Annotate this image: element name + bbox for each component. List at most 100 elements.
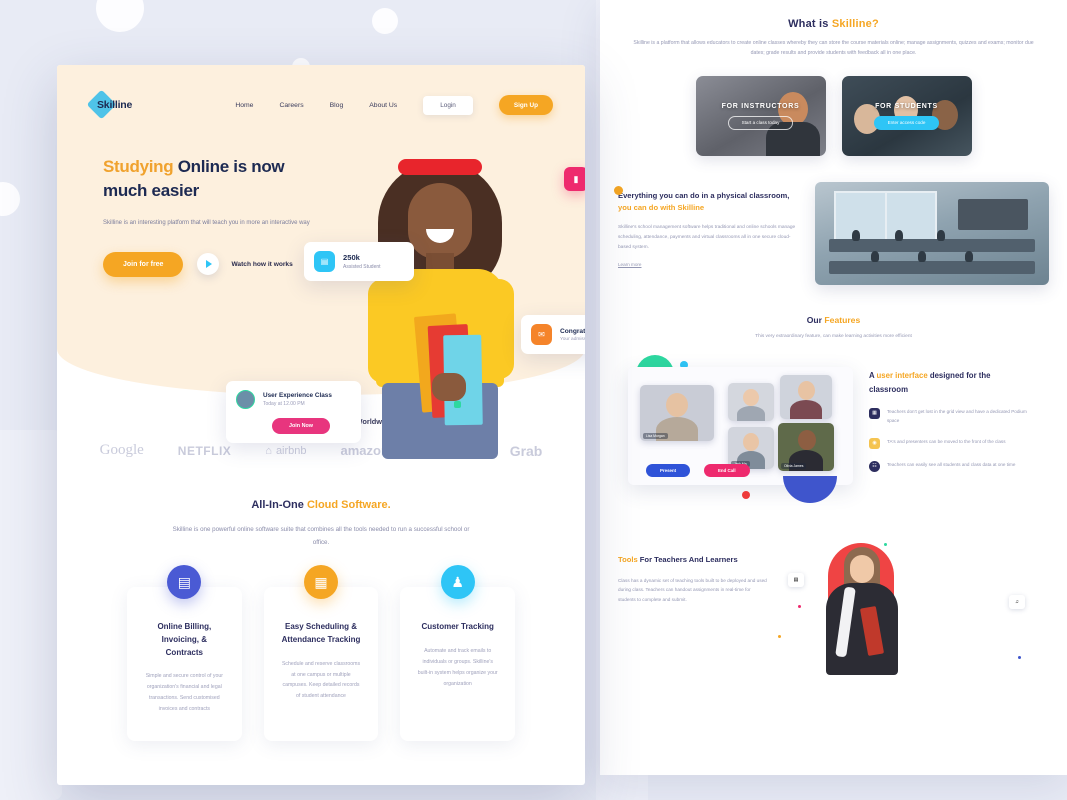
decor-dot-orange xyxy=(778,635,781,639)
audience-button-instructors[interactable]: Start a class today xyxy=(727,115,794,130)
mail-icon: ✉ xyxy=(531,324,552,345)
participant-body-2 xyxy=(737,406,765,422)
present-button[interactable]: Present xyxy=(646,464,691,478)
video-tile-5[interactable]: Olivia James xyxy=(778,423,834,472)
video-grid-card: Lisa Morgan Jack Ma xyxy=(614,353,859,504)
presenter-icon: ◉ xyxy=(869,437,880,449)
decor-red-dot xyxy=(742,491,750,500)
ui-bullet-text-1: Teachers don't get lost in the grid view… xyxy=(887,408,1027,423)
student-hand xyxy=(432,373,466,401)
classroom-photo xyxy=(815,182,1049,286)
video-tile-3[interactable] xyxy=(780,375,832,420)
what-is-paragraph: Skilline is a platform that allows educa… xyxy=(633,40,1034,57)
what-is-heading-dark: What is xyxy=(788,18,832,30)
student-face xyxy=(408,183,472,259)
feature-card-tracking[interactable]: ♟ Customer Tracking Automate and track e… xyxy=(400,565,516,742)
nav-link-blog[interactable]: Blog xyxy=(330,102,344,109)
ui-bullet-text-3: Teachers can easily see all students and… xyxy=(887,461,1016,467)
audience-card-list: FOR INSTRUCTORS Start a class today FOR … xyxy=(600,76,1067,157)
signup-button[interactable]: Sign Up xyxy=(498,95,553,115)
classroom-pupil-6 xyxy=(964,251,973,263)
classroom-pupil-2 xyxy=(894,229,903,241)
classroom-section: Everything you can do in a physical clas… xyxy=(600,182,1067,293)
tools-heading: Tools For Teachers And Learners xyxy=(618,553,768,566)
aio-heading-dark: All-In-One xyxy=(251,499,307,511)
decor-badge-icon-1: ▤ xyxy=(788,573,804,588)
tools-heading-accent: Tools xyxy=(618,555,638,565)
nav-items: Home Careers Blog About Us Login Sign Up xyxy=(235,95,553,115)
participant-name-1: Lisa Morgan xyxy=(643,433,668,440)
decor-dot-blue xyxy=(1018,656,1021,660)
student-photo xyxy=(360,147,520,467)
stat-label: Assisted Student xyxy=(343,264,381,270)
feature-card-scheduling[interactable]: ▦ Easy Scheduling & Attendance Tracking … xyxy=(263,565,379,742)
classroom-pupil-3 xyxy=(936,229,945,241)
graduate-photo xyxy=(816,547,908,676)
navbar: Skilline Home Careers Blog About Us Logi… xyxy=(57,65,585,120)
all-in-one-section: All-In-One Cloud Software. Skilline is o… xyxy=(57,499,585,549)
decor-blue-arch xyxy=(783,476,837,504)
class-card: User Experience Class Today at 12.00 PM … xyxy=(226,381,361,443)
participant-head-4 xyxy=(743,433,759,452)
hero-cta-row: Join for free Watch how it works xyxy=(103,251,318,277)
audience-button-students[interactable]: Enter access code xyxy=(873,115,940,130)
feature-card-body-1: Simple and secure control of your organi… xyxy=(145,673,223,713)
back-screen: What is Skilline? Skilline is a platform… xyxy=(600,0,1067,775)
feature-card-body-3: Automate and track emails to individuals… xyxy=(417,647,498,687)
ui-feature-text: A user interface designed for the classr… xyxy=(869,353,1029,472)
classroom-learn-more-link[interactable]: Learn more xyxy=(618,262,642,267)
class-title: User Experience Class xyxy=(263,392,332,399)
nav-link-careers[interactable]: Careers xyxy=(279,102,303,109)
join-for-free-button[interactable]: Join for free xyxy=(103,251,184,277)
nav-link-about-us[interactable]: About Us xyxy=(369,102,397,109)
participant-head-5 xyxy=(798,430,816,451)
video-tile-4[interactable]: Jack Ma xyxy=(728,427,774,470)
watch-label: Watch how it works xyxy=(231,260,293,268)
ui-bullet-2: ◉ TA's and presenters can be moved to th… xyxy=(869,437,1029,449)
end-call-button[interactable]: End Call xyxy=(704,464,750,478)
tools-section: Tools For Teachers And Learners Class ha… xyxy=(600,529,1067,679)
people-icon: ♟ xyxy=(440,565,475,600)
front-screen: Skilline Home Careers Blog About Us Logi… xyxy=(57,65,585,785)
ui-heading-accent: user interface xyxy=(876,371,928,381)
features-heading-dark: Our xyxy=(806,315,825,326)
participant-head-3 xyxy=(798,381,815,401)
ui-feature-heading: A user interface designed for the classr… xyxy=(869,369,1029,396)
classroom-pupil-1 xyxy=(852,229,861,241)
feature-card-body-2: Schedule and reserve classrooms at one c… xyxy=(281,660,361,700)
classroom-desk-row-1 xyxy=(829,238,1035,252)
watch-video-control[interactable]: Watch how it works xyxy=(197,253,293,276)
nav-link-home[interactable]: Home xyxy=(235,102,253,109)
feature-card-billing[interactable]: ▤ Online Billing, Invoicing, & Contracts… xyxy=(127,565,242,742)
play-icon[interactable] xyxy=(197,253,220,276)
tools-heading-rest: For Teachers And Learners xyxy=(637,555,738,565)
classroom-heading: Everything you can do in a physical clas… xyxy=(618,190,803,214)
audience-card-instructors[interactable]: FOR INSTRUCTORS Start a class today xyxy=(695,76,826,157)
calendar-icon: ▦ xyxy=(304,565,338,600)
join-now-button[interactable]: Join Now xyxy=(272,418,330,434)
all-in-one-heading: All-In-One Cloud Software. xyxy=(57,499,585,511)
video-panel: Lisa Morgan Jack Ma xyxy=(628,367,853,486)
what-is-heading-accent: Skilline? xyxy=(831,18,879,30)
decor-green-square xyxy=(454,401,461,408)
graduate-face xyxy=(850,555,874,584)
decor-badge-icon-2: ♫ xyxy=(1009,595,1025,610)
document-icon: ▤ xyxy=(167,565,202,600)
congrats-title: Congratulations xyxy=(560,327,585,335)
hero-section: Skilline Home Careers Blog About Us Logi… xyxy=(57,65,585,459)
login-button[interactable]: Login xyxy=(423,95,473,115)
chart-badge-card: ▮ xyxy=(564,167,585,191)
video-tile-2[interactable] xyxy=(728,383,774,422)
classroom-window xyxy=(833,190,937,245)
bg-decor-panel-1 xyxy=(0,430,62,800)
classroom-whiteboard xyxy=(957,198,1028,230)
ui-heading-pre: A xyxy=(869,371,877,381)
ui-bullet-3: ☷ Teachers can easily see all students a… xyxy=(869,460,1029,472)
classroom-heading-dark: Everything you can do in a physical clas… xyxy=(618,191,790,201)
audience-card-students[interactable]: FOR STUDENTS Enter access code xyxy=(841,76,972,157)
video-tile-main[interactable]: Lisa Morgan xyxy=(640,385,714,442)
student-headband xyxy=(398,159,482,175)
all-in-one-paragraph: Skilline is one powerful online software… xyxy=(172,526,470,547)
what-is-heading: What is Skilline? xyxy=(600,18,1067,30)
brand-logo[interactable]: Skilline xyxy=(86,89,157,120)
